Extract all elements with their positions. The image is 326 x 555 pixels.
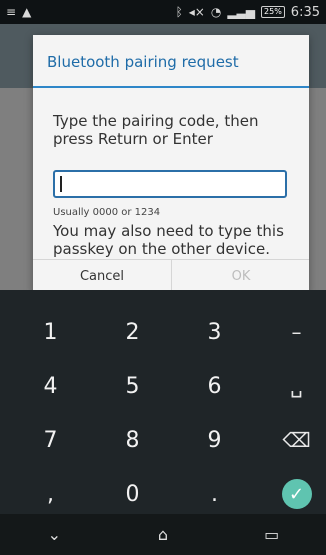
key-3[interactable]: 3: [174, 306, 255, 358]
key-minus[interactable]: –: [256, 306, 326, 358]
dialog-title: Bluetooth pairing request: [47, 53, 239, 71]
numeric-keyboard: 1 2 3 – 4 5 6 ␣ 7 8 9 ⌫ , 0 . ✓: [0, 290, 326, 514]
recents-button[interactable]: ▭: [242, 514, 302, 555]
dialog-message: Type the pairing code, then press Return…: [53, 112, 259, 148]
backspace-key[interactable]: ⌫: [256, 414, 326, 466]
key-comma[interactable]: ,: [10, 468, 91, 520]
key-period[interactable]: .: [174, 468, 255, 520]
battery-percent: 25%: [264, 7, 282, 16]
status-left: ≡ ▲: [6, 5, 31, 19]
status-right: ᛒ ◂× ◔ ▂▃▅ 25% 6:35: [176, 5, 320, 20]
space-key[interactable]: ␣: [256, 360, 326, 412]
title-divider: [33, 86, 309, 88]
status-time: 6:35: [290, 4, 320, 20]
passkey-note: You may also need to type this passkey o…: [53, 222, 284, 258]
home-button[interactable]: ⌂: [133, 514, 193, 555]
navigation-bar: ⌄ ⌂ ▭: [0, 514, 326, 555]
key-6[interactable]: 6: [174, 360, 255, 412]
check-icon: ✓: [281, 479, 312, 509]
pairing-dialog: Bluetooth pairing request Type the pairi…: [33, 35, 309, 293]
key-0[interactable]: 0: [92, 468, 173, 520]
recents-icon: ▭: [264, 525, 280, 544]
status-bar: ≡ ▲ ᛒ ◂× ◔ ▂▃▅ 25% 6:35: [0, 0, 326, 24]
back-button[interactable]: ⌄: [24, 514, 84, 555]
key-1[interactable]: 1: [10, 306, 91, 358]
wifi-icon: ◔: [210, 5, 222, 19]
bluetooth-icon: ᛒ: [175, 5, 183, 19]
done-key[interactable]: ✓: [256, 468, 326, 520]
ok-button[interactable]: OK: [172, 259, 310, 293]
key-7[interactable]: 7: [10, 414, 91, 466]
cancel-button[interactable]: Cancel: [33, 259, 171, 293]
key-2[interactable]: 2: [92, 306, 173, 358]
text-cursor: [60, 176, 62, 192]
back-chevron-icon: ⌄: [47, 525, 62, 544]
warning-icon: ▲: [22, 5, 32, 19]
key-9[interactable]: 9: [174, 414, 255, 466]
pairing-hint: Usually 0000 or 1234: [53, 207, 161, 218]
signal-icon: ▂▃▅: [227, 5, 256, 19]
notification-icon: ≡: [6, 5, 17, 19]
key-4[interactable]: 4: [10, 360, 91, 412]
key-5[interactable]: 5: [92, 360, 173, 412]
key-8[interactable]: 8: [92, 414, 173, 466]
home-icon: ⌂: [157, 525, 169, 544]
pairing-code-input[interactable]: [53, 170, 287, 198]
mute-icon: ◂×: [188, 5, 205, 19]
battery-icon: 25%: [261, 6, 285, 18]
